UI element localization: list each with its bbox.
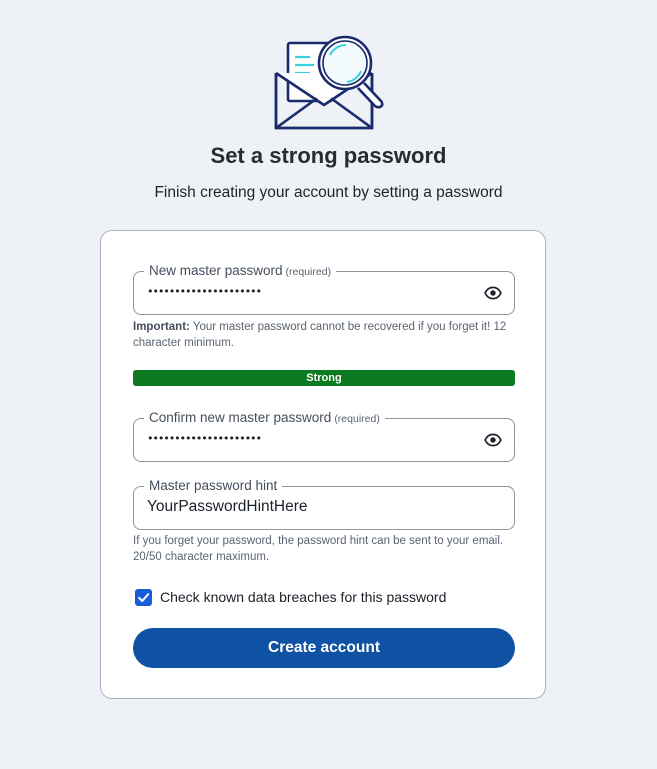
create-account-button[interactable]: Create account [133,628,515,668]
master-password-hint-label: Master password hint [149,478,278,493]
password-strength-meter: Strong [133,370,515,386]
envelope-magnifier-icon [274,35,384,130]
password-form-card: New master password (required) ••••••••••… [100,230,546,699]
eye-icon[interactable] [484,431,502,449]
eye-icon[interactable] [484,284,502,302]
hint-help-text: If you forget your password, the passwor… [133,535,504,563]
new-master-password-input[interactable]: ••••••••••••••••••••• [147,285,262,298]
confirm-master-password-field[interactable]: Confirm new master password (required) ••… [133,410,515,462]
important-note: Important: Your master password cannot b… [133,319,515,351]
strength-label: Strong [306,372,342,384]
confirm-master-password-label: Confirm new master password [149,410,332,425]
master-password-hint-input[interactable]: YourPasswordHintHere [147,498,308,516]
master-password-hint-field[interactable]: Master password hint YourPasswordHintHer… [133,478,515,530]
page-title: Set a strong password [210,143,447,168]
breach-check-checkbox[interactable] [135,588,152,606]
page-subtitle: Finish creating your account by setting … [154,184,503,201]
required-label: (required) [285,266,332,278]
important-prefix: Important: [133,321,190,333]
required-label: (required) [334,413,380,425]
breach-check-option[interactable]: Check known data breaches for this passw… [135,587,446,607]
checkmark-icon [138,592,150,602]
new-master-password-field[interactable]: New master password (required) ••••••••••… [133,263,515,315]
new-master-password-label: New master password [149,263,283,278]
confirm-master-password-input[interactable]: ••••••••••••••••••••• [147,432,262,445]
breach-check-label: Check known data breaches for this passw… [160,589,447,605]
